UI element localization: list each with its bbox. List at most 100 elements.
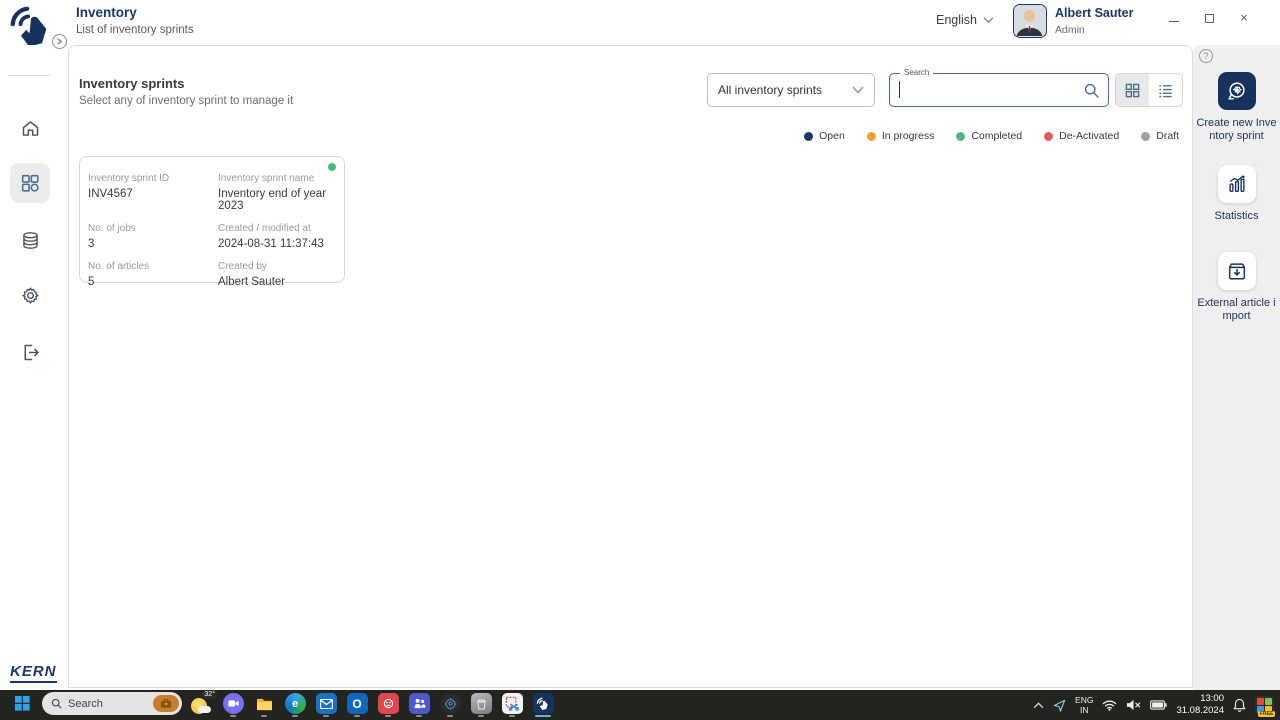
taskbar-search[interactable]: Search bbox=[41, 692, 183, 718]
create-sprint-action[interactable]: Create new Inventory sprint bbox=[1193, 72, 1280, 143]
tile-red bbox=[1257, 697, 1264, 705]
main-heading-block: Inventory sprints Select any of inventor… bbox=[79, 76, 293, 107]
file-explorer-icon bbox=[254, 693, 275, 714]
notification-bell-icon[interactable] bbox=[1233, 698, 1246, 712]
list-view-icon bbox=[1159, 84, 1172, 97]
user-role: Admin bbox=[1055, 24, 1085, 36]
avatar bbox=[1013, 4, 1047, 38]
sidebar-expand-button[interactable] bbox=[52, 34, 67, 49]
article-import-label: External article import bbox=[1197, 297, 1276, 323]
list-view-button[interactable] bbox=[1149, 74, 1182, 106]
taskbar-app-snip[interactable] bbox=[500, 693, 524, 717]
lang-line1: ENG bbox=[1075, 694, 1094, 705]
taskbar-clock[interactable]: 13:00 31.08.2024 bbox=[1176, 693, 1224, 717]
card-status-dot bbox=[328, 163, 336, 171]
language-selector[interactable]: English bbox=[936, 13, 994, 27]
sprint-filter-dropdown[interactable]: All inventory sprints bbox=[707, 73, 875, 107]
kern-touch-logo bbox=[8, 4, 54, 50]
taskbar-app-feedback[interactable] bbox=[376, 693, 400, 717]
teams-icon bbox=[408, 693, 430, 714]
search-box[interactable] bbox=[889, 73, 1109, 107]
run-indicator bbox=[509, 715, 515, 717]
view-toggle bbox=[1115, 73, 1183, 107]
battery-icon[interactable] bbox=[1150, 700, 1168, 710]
field-label: Inventory sprint name bbox=[218, 173, 315, 184]
statistics-action[interactable]: Statistics bbox=[1193, 165, 1280, 223]
close-button[interactable]: × bbox=[1238, 11, 1250, 24]
article-import-action[interactable]: External article import bbox=[1193, 252, 1280, 323]
sidebar-item-database[interactable] bbox=[10, 220, 50, 260]
user-profile[interactable]: Albert Sauter Admin bbox=[1013, 4, 1134, 38]
sidebar-item-dashboard[interactable] bbox=[10, 163, 50, 203]
page-title-block: Inventory List of inventory sprints bbox=[76, 5, 194, 36]
taskbar-app-inventory-active[interactable] bbox=[531, 693, 555, 717]
status-legend: Open In progress Completed De-Activated … bbox=[804, 130, 1179, 142]
outlook-icon: O bbox=[346, 693, 368, 714]
app-header: Inventory List of inventory sprints Engl… bbox=[0, 0, 1280, 49]
tray-chevron-up-icon[interactable] bbox=[1033, 701, 1044, 709]
home-icon bbox=[22, 120, 38, 136]
field-label: Created by bbox=[218, 261, 267, 272]
location-icon[interactable] bbox=[1053, 699, 1066, 712]
created-by-field: Created by Albert Sauter bbox=[218, 261, 336, 288]
volume-muted-icon[interactable] bbox=[1126, 699, 1141, 711]
article-import-icon bbox=[1228, 263, 1245, 280]
main-panel: Inventory sprints Select any of inventor… bbox=[68, 45, 1193, 688]
chevron-down-icon bbox=[852, 86, 864, 94]
windows-logo-icon bbox=[12, 693, 33, 714]
maximize-button[interactable] bbox=[1203, 12, 1215, 24]
taskbar-app-explorer[interactable] bbox=[252, 693, 276, 717]
taskbar-search-placeholder: Search bbox=[68, 697, 103, 710]
video-call-app-icon bbox=[222, 693, 244, 714]
briefcase-icon bbox=[153, 695, 179, 712]
grid-view-button[interactable] bbox=[1116, 74, 1149, 106]
create-sprint-label: Create new Inventory sprint bbox=[1196, 117, 1277, 143]
sprint-name-field: Inventory sprint name Inventory end of y… bbox=[218, 173, 336, 212]
user-meta: Albert Sauter Admin bbox=[1055, 4, 1134, 38]
taskbar-app-outlook[interactable]: O bbox=[345, 693, 369, 717]
search-input[interactable] bbox=[898, 83, 1083, 97]
statistics-label: Statistics bbox=[1214, 210, 1259, 222]
created-modified-field: Created / modified at 2024-08-31 11:37:4… bbox=[218, 223, 336, 250]
page-subtitle: List of inventory sprints bbox=[76, 24, 194, 36]
help-button[interactable]: ? bbox=[1199, 49, 1213, 63]
minimize-icon bbox=[1169, 14, 1179, 22]
completed-status-dot bbox=[956, 131, 966, 141]
chevron-right-icon bbox=[57, 38, 63, 45]
search-icon[interactable] bbox=[1083, 82, 1100, 99]
language-indicator[interactable]: ENG IN bbox=[1075, 695, 1093, 715]
wifi-icon[interactable] bbox=[1102, 699, 1117, 711]
taskbar-search-pill[interactable]: Search bbox=[42, 692, 182, 715]
start-button[interactable] bbox=[10, 693, 34, 717]
game-pass-app-icon[interactable]: FREE bbox=[1255, 695, 1276, 717]
taskbar-app-edge[interactable]: e bbox=[283, 693, 307, 717]
question-icon: ? bbox=[1203, 51, 1209, 61]
statistics-button[interactable] bbox=[1217, 165, 1256, 203]
taskbar-app-settings[interactable] bbox=[438, 693, 462, 717]
field-label: Inventory sprint ID bbox=[88, 173, 170, 184]
sidebar-item-home[interactable] bbox=[10, 108, 50, 148]
search-field[interactable]: Search bbox=[889, 68, 1109, 107]
create-sprint-button[interactable] bbox=[1217, 72, 1256, 110]
taskbar-app-recycle[interactable] bbox=[469, 693, 493, 717]
article-import-button[interactable] bbox=[1217, 252, 1256, 290]
weather-icon: 32° bbox=[190, 689, 217, 715]
snipping-tool-icon bbox=[501, 693, 523, 714]
sidebar-item-settings[interactable] bbox=[10, 275, 50, 315]
search-floating-label: Search bbox=[900, 68, 934, 77]
grid-view-icon bbox=[1125, 83, 1140, 97]
legend-label: Draft bbox=[1156, 130, 1179, 142]
legend-item-deactivated: De-Activated bbox=[1044, 130, 1119, 142]
taskbar-app-mail[interactable] bbox=[314, 693, 338, 717]
taskbar-app-meet[interactable] bbox=[221, 693, 245, 717]
field-value: Albert Sauter bbox=[218, 276, 286, 288]
dashboard-icon bbox=[21, 174, 39, 192]
weather-widget[interactable]: 32° bbox=[190, 689, 217, 718]
taskbar-left: Search 32° e O bbox=[0, 689, 555, 718]
inventory-sprint-card[interactable]: Inventory sprint ID INV4567 Inventory sp… bbox=[79, 156, 345, 288]
taskbar-app-teams[interactable] bbox=[407, 693, 431, 717]
minimize-button[interactable] bbox=[1168, 12, 1180, 24]
field-value: INV4567 bbox=[88, 188, 133, 200]
sidebar-item-logout[interactable] bbox=[10, 332, 50, 372]
run-indicator bbox=[385, 715, 391, 717]
